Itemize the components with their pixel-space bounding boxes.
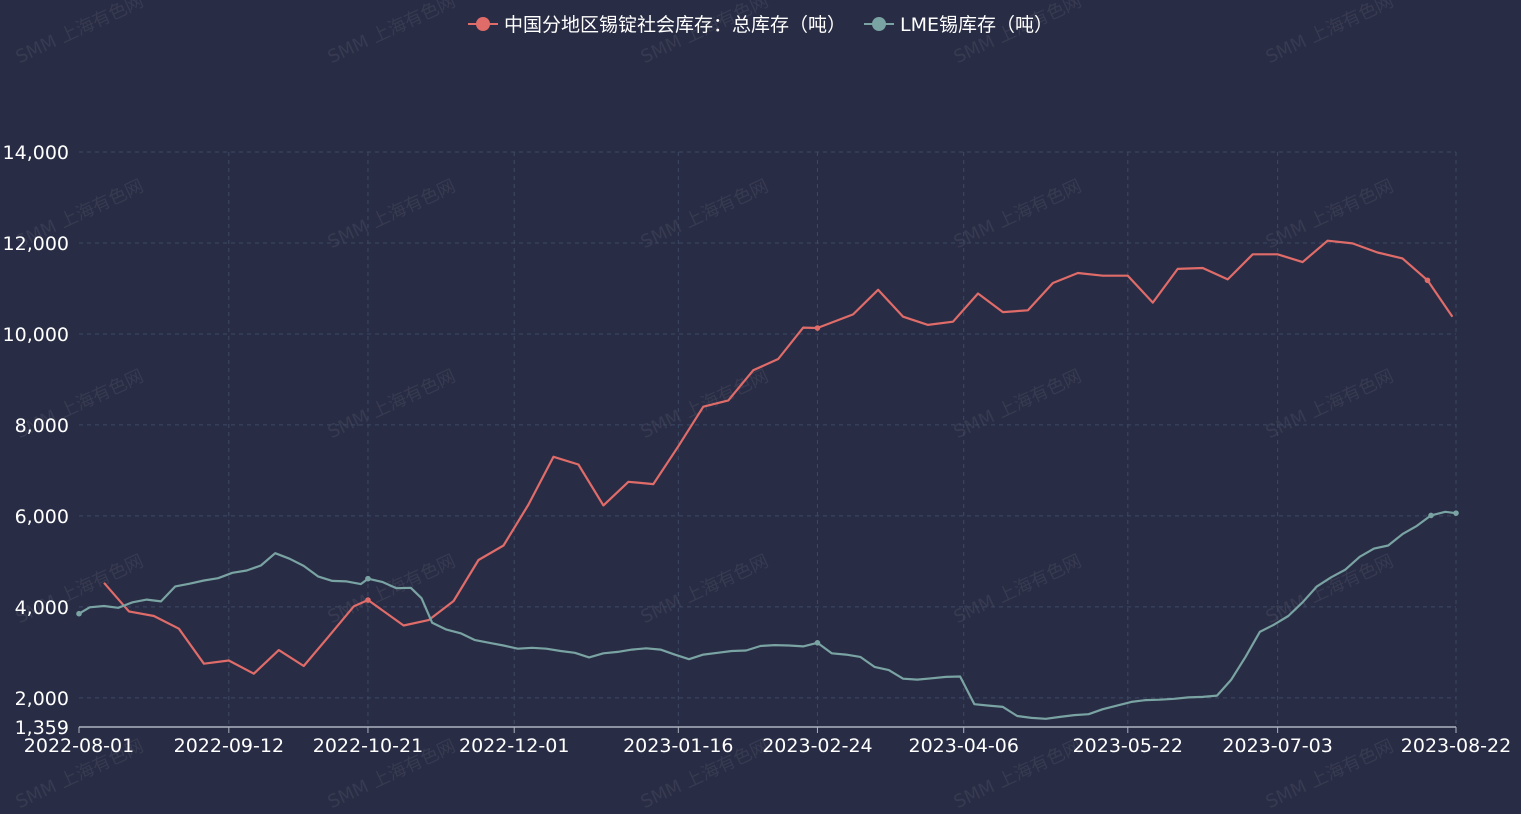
y-tick-label: 2,000: [15, 688, 69, 710]
x-tick-label: 2023-07-03: [1222, 735, 1332, 757]
x-tick-label: 2023-08-22: [1401, 735, 1511, 757]
x-tick-label: 2022-10-21: [313, 735, 423, 757]
data-point-marker: [76, 610, 82, 617]
series-line-lme-inventory: [78, 510, 1457, 720]
x-tick-label: 2023-04-06: [908, 735, 1018, 757]
data-point-marker: [365, 597, 371, 603]
y-tick-label: 14,000: [3, 142, 69, 164]
x-tick-label: 2022-09-12: [174, 735, 284, 757]
x-tick-label: 2023-01-16: [623, 735, 733, 757]
x-tick-label: 2023-02-24: [762, 735, 872, 757]
y-tick-label: 4,000: [15, 597, 69, 619]
data-point-marker: [814, 325, 821, 331]
data-point-marker: [365, 575, 371, 582]
y-tick-label: 10,000: [3, 324, 69, 346]
x-tick-label: 2022-12-01: [459, 735, 569, 757]
x-tick-label: 2023-05-22: [1073, 735, 1183, 757]
tin-inventory-line-chart: 1,3592,0004,0006,0008,00010,00012,00014,…: [3, 142, 1512, 757]
y-tick-label: 8,000: [15, 415, 69, 437]
data-point-marker: [1428, 512, 1434, 519]
y-tick-label: 6,000: [15, 506, 69, 528]
data-point-marker: [814, 640, 821, 646]
series-line-china-inventory: [103, 239, 1454, 675]
y-tick-label: 12,000: [3, 233, 69, 255]
x-tick-label: 2022-08-01: [24, 735, 134, 757]
data-point-marker: [1453, 510, 1459, 516]
data-point-marker: [1424, 277, 1431, 284]
